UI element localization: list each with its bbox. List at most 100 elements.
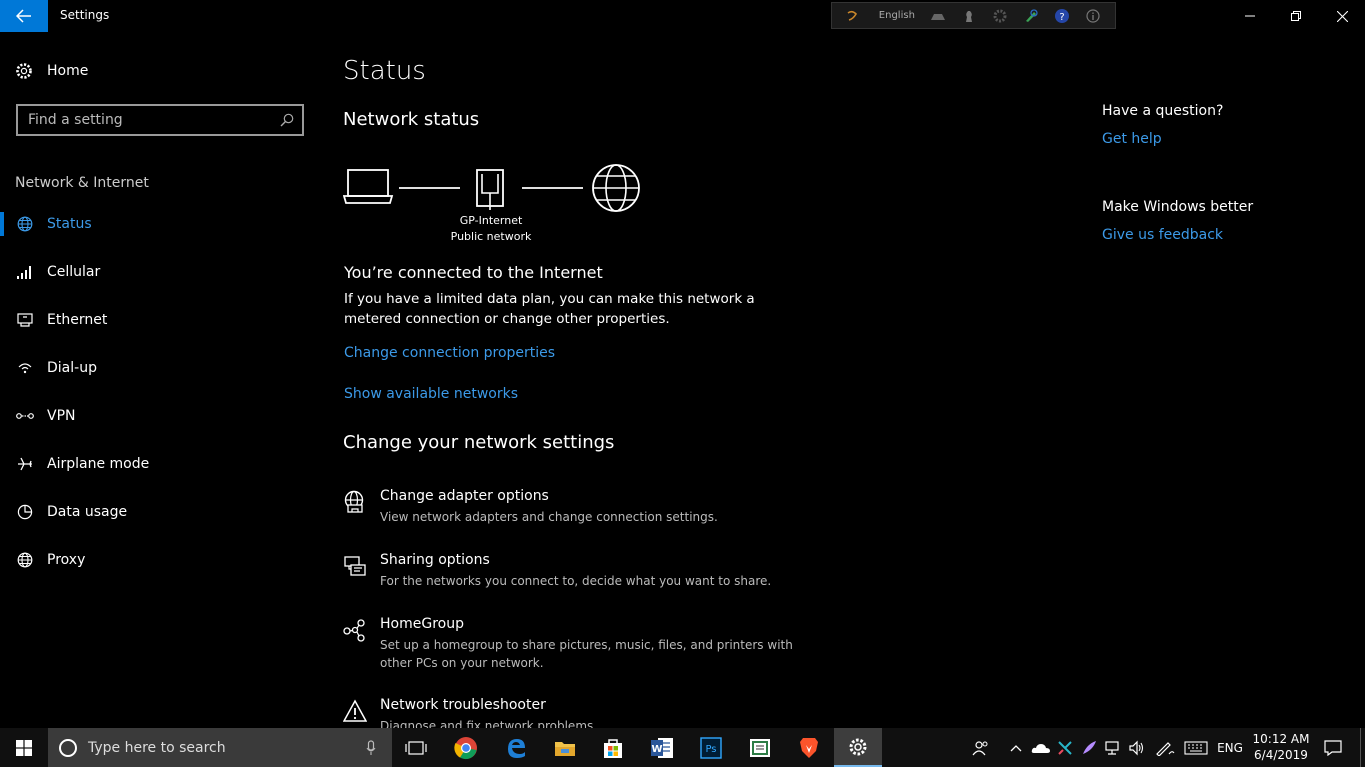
windows-ink-button[interactable] [1152, 728, 1178, 767]
get-help-link[interactable]: Get help [1102, 131, 1162, 147]
volume-button[interactable] [1126, 728, 1148, 767]
keyboard-icon [1184, 740, 1208, 755]
network-name-label: GP-Internet Public network [447, 213, 535, 245]
change-network-settings-heading: Change your network settings [343, 432, 615, 453]
word-taskbar-button[interactable]: W [638, 728, 686, 767]
sidebar-item-proxy[interactable]: Proxy [0, 540, 320, 580]
sidebar-item-label: Data usage [47, 504, 128, 520]
setting-description: For the networks you connect to, decide … [380, 574, 772, 588]
store-taskbar-button[interactable] [589, 728, 637, 767]
keyboard-layout-icon[interactable] [842, 6, 861, 26]
app-tray-button[interactable] [1054, 728, 1076, 767]
minimize-button[interactable] [1227, 0, 1273, 32]
windows-logo-icon [16, 739, 32, 756]
language-bar[interactable]: English ? [831, 2, 1116, 29]
network-status-heading: Network status [343, 109, 480, 130]
chrome-icon [454, 736, 477, 759]
show-available-networks-link[interactable]: Show available networks [344, 386, 518, 402]
taskbar-search-box[interactable]: Type here to search [48, 728, 392, 767]
network-name: GP-Internet [459, 214, 523, 227]
input-language-button[interactable]: ENG [1212, 728, 1248, 767]
cortana-icon [59, 738, 77, 757]
nav-section-heading: Network & Internet [15, 175, 149, 191]
speaker-icon [1129, 740, 1144, 755]
settings-taskbar-button[interactable] [834, 728, 882, 767]
reader-taskbar-button[interactable] [736, 728, 784, 767]
show-hidden-icons-button[interactable] [1006, 728, 1026, 767]
hat-icon[interactable] [929, 6, 948, 26]
back-arrow-icon [16, 9, 31, 23]
file-explorer-taskbar-button[interactable] [541, 728, 589, 767]
sidebar: Home Network & Internet Status Cellular … [0, 32, 320, 728]
clock[interactable]: 10:12 AM 6/4/2019 [1248, 731, 1314, 763]
gear-icon[interactable] [991, 6, 1010, 26]
sidebar-item-label: Ethernet [47, 312, 108, 328]
connection-status-heading: You’re connected to the Internet [344, 263, 603, 282]
info-icon[interactable] [1084, 6, 1103, 26]
svg-text:Ps: Ps [705, 744, 716, 755]
home-nav-item[interactable]: Home [15, 62, 88, 80]
gear-icon [16, 63, 32, 79]
restore-button[interactable] [1273, 0, 1319, 32]
word-icon: W [651, 737, 673, 758]
sidebar-item-airplane-mode[interactable]: Airplane mode [0, 444, 320, 484]
onedrive-button[interactable] [1030, 728, 1052, 767]
sidebar-item-data-usage[interactable]: Data usage [0, 492, 320, 532]
sharing-options[interactable]: Sharing options For the networks you con… [343, 552, 803, 602]
globe-icon [16, 215, 34, 233]
sidebar-item-cellular[interactable]: Cellular [0, 252, 320, 292]
chess-icon[interactable] [960, 6, 979, 26]
action-center-button[interactable] [1320, 728, 1346, 767]
pen-icon[interactable] [1022, 6, 1041, 26]
find-setting-input[interactable] [28, 112, 280, 128]
task-view-button[interactable] [392, 728, 440, 767]
people-button[interactable] [968, 728, 994, 767]
sidebar-item-dialup[interactable]: Dial-up [0, 348, 320, 388]
touch-keyboard-button[interactable] [1182, 728, 1210, 767]
feather-icon [1083, 740, 1096, 754]
svg-text:?: ? [1060, 12, 1065, 23]
connection-description: If you have a limited data plan, you can… [344, 291, 755, 327]
microphone-icon[interactable] [366, 739, 376, 756]
language-bar-label[interactable]: English [873, 10, 921, 21]
sidebar-item-label: Status [47, 216, 92, 232]
search-icon[interactable] [280, 113, 294, 127]
network-tray-button[interactable] [1102, 728, 1124, 767]
sidebar-item-status[interactable]: Status [0, 204, 320, 244]
setting-title: Change adapter options [380, 488, 549, 504]
restore-icon [1291, 11, 1301, 21]
store-icon [604, 738, 622, 758]
setting-title: HomeGroup [380, 616, 464, 632]
onedrive-icon [1031, 743, 1050, 753]
task-view-icon [405, 740, 427, 755]
sidebar-item-label: Proxy [47, 552, 86, 568]
setting-title: Sharing options [380, 552, 490, 568]
pen-tray-button[interactable] [1078, 728, 1100, 767]
give-feedback-link[interactable]: Give us feedback [1102, 227, 1223, 243]
start-button[interactable] [0, 728, 48, 767]
edge-taskbar-button[interactable] [492, 728, 540, 767]
airplane-icon [16, 455, 34, 473]
help-icon[interactable]: ? [1053, 6, 1072, 26]
change-connection-properties-link[interactable]: Change connection properties [344, 345, 555, 361]
setting-title: Network troubleshooter [380, 697, 546, 713]
router-icon [476, 169, 504, 210]
close-button[interactable] [1319, 0, 1365, 32]
back-button[interactable] [0, 0, 48, 32]
show-desktop-button[interactable] [1360, 728, 1361, 767]
window-title: Settings [60, 8, 110, 22]
sidebar-item-ethernet[interactable]: Ethernet [0, 300, 320, 340]
homegroup[interactable]: HomeGroup Set up a homegroup to share pi… [343, 616, 803, 684]
brave-taskbar-button[interactable] [785, 728, 833, 767]
setting-description: View network adapters and change connect… [380, 510, 718, 524]
tray-app-icon [1058, 740, 1072, 755]
internet-globe-icon [592, 164, 640, 212]
notification-icon [1324, 739, 1342, 756]
network-troubleshooter[interactable]: Network troubleshooter Diagnose and fix … [343, 697, 803, 728]
find-setting-search[interactable] [16, 104, 304, 136]
chrome-taskbar-button[interactable] [442, 728, 490, 767]
edge-icon [508, 738, 525, 758]
sidebar-item-vpn[interactable]: VPN [0, 396, 320, 436]
change-adapter-options[interactable]: Change adapter options View network adap… [343, 488, 803, 538]
photoshop-taskbar-button[interactable]: Ps [687, 728, 735, 767]
